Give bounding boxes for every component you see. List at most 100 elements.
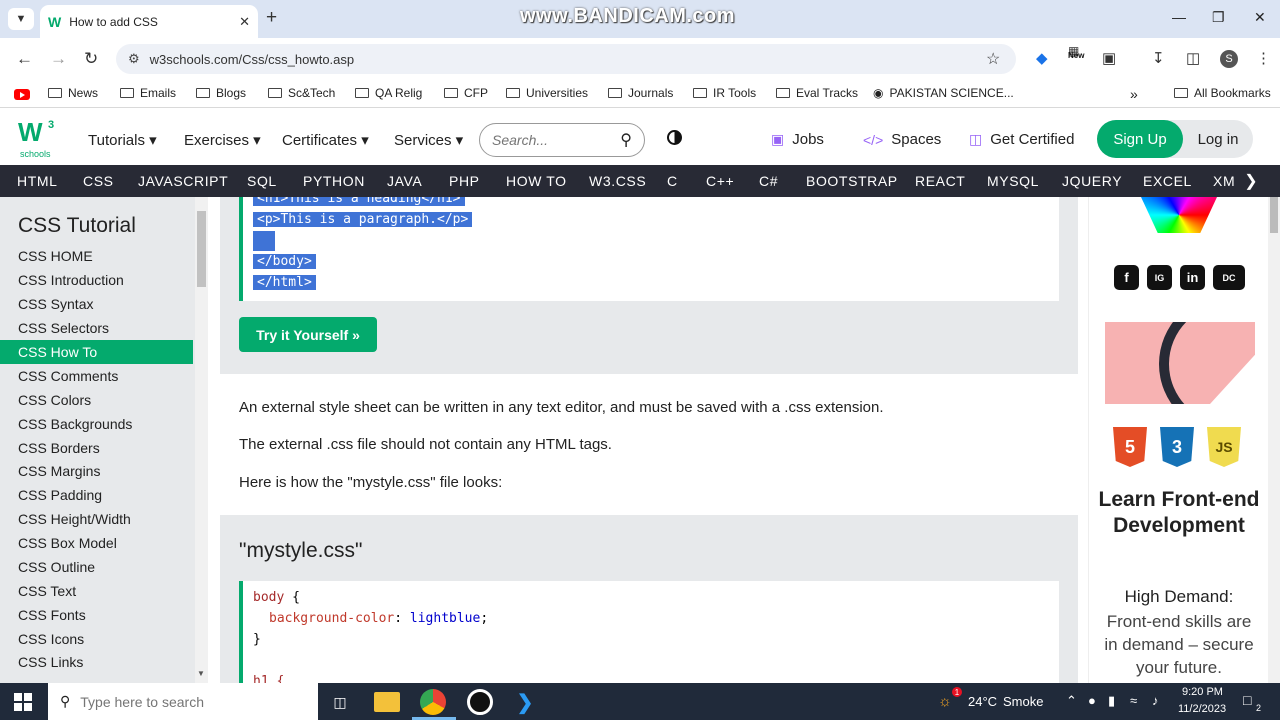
sidebar-item-css-margins[interactable]: CSS Margins — [0, 459, 193, 483]
bookmark-news[interactable]: News — [48, 86, 98, 100]
battery-icon[interactable]: ▮ — [1108, 693, 1115, 709]
menu-services[interactable]: Services ▾ — [394, 131, 463, 149]
bookmark-qa-relig[interactable]: QA Relig — [355, 86, 422, 100]
minimize-icon[interactable]: — — [1172, 9, 1186, 25]
topnav-bootstrap[interactable]: BOOTSTRAP — [806, 173, 898, 189]
sidebar-item-css-fonts[interactable]: CSS Fonts — [0, 603, 193, 627]
topnav-cpp[interactable]: C++ — [706, 173, 734, 189]
topnav-javascript[interactable]: JAVASCRIPT — [138, 173, 228, 189]
get-certified-link[interactable]: ◫ Get Certified — [969, 131, 1074, 148]
dark-mode-toggle-icon[interactable] — [667, 130, 682, 145]
log-in-button[interactable]: Log in — [1183, 120, 1253, 158]
bookmark-star-icon[interactable]: ☆ — [986, 49, 1000, 69]
bookmark-eval-tracks[interactable]: Eval Tracks — [776, 86, 858, 100]
sidebar-item-css-backgrounds[interactable]: CSS Backgrounds — [0, 412, 193, 436]
task-view-icon[interactable]: ◫ — [327, 689, 353, 715]
clock-date[interactable]: 11/2/2023 — [1178, 703, 1226, 715]
close-tab-icon[interactable]: ✕ — [239, 14, 250, 30]
topnav-java[interactable]: JAVA — [387, 173, 422, 189]
menu-exercises[interactable]: Exercises ▾ — [184, 131, 261, 149]
bookmark-universities[interactable]: Universities — [506, 86, 588, 100]
new-tab-icon[interactable]: + — [266, 7, 277, 29]
topnav-react[interactable]: REACT — [915, 173, 965, 189]
notification-icon[interactable]: □ — [1243, 692, 1251, 708]
address-bar[interactable]: ⚙ w3schools.com/Css/css_howto.asp — [116, 44, 1016, 74]
topnav-c[interactable]: C — [667, 173, 678, 189]
sidebar-scrollbar[interactable]: ▼ — [195, 197, 208, 683]
extension-cap-icon[interactable]: ◆ — [1036, 49, 1048, 67]
microphone-icon[interactable]: ● — [1088, 693, 1096, 708]
vscode-icon[interactable]: ❯ — [512, 689, 538, 715]
topnav-w3css[interactable]: W3.CSS — [589, 173, 646, 189]
promo-heading[interactable]: Learn Front-end Development — [1089, 487, 1268, 539]
page-scroll-thumb[interactable] — [1270, 197, 1278, 233]
jobs-link[interactable]: ▣ Jobs — [771, 131, 824, 148]
sidebar-item-css-home[interactable]: CSS HOME — [0, 244, 193, 268]
youtube-icon[interactable] — [14, 89, 30, 100]
bookmark-cfp[interactable]: CFP — [444, 86, 488, 100]
search-input[interactable] — [492, 132, 602, 148]
page-scrollbar[interactable] — [1268, 197, 1280, 683]
topnav-next-icon[interactable]: ❯ — [1236, 165, 1266, 197]
site-info-icon[interactable]: ⚙ — [128, 51, 140, 67]
extensions-puzzle-icon[interactable]: ▣ — [1102, 49, 1116, 67]
download-icon[interactable]: ↧ — [1152, 49, 1165, 67]
topnav-css[interactable]: CSS — [83, 173, 114, 189]
sidebar-item-css-text[interactable]: CSS Text — [0, 579, 193, 603]
search-icon[interactable]: ⚲ — [620, 130, 632, 150]
profile-avatar[interactable]: S — [1220, 50, 1238, 68]
reload-icon[interactable]: ↻ — [84, 49, 98, 69]
taskbar-search-input[interactable] — [80, 693, 301, 710]
discord-icon[interactable]: DC — [1213, 265, 1245, 290]
clock-time[interactable]: 9:20 PM — [1182, 686, 1223, 698]
weather-icon[interactable]: ☼ — [938, 693, 952, 710]
tray-overflow-icon[interactable]: ⌃ — [1066, 693, 1077, 709]
sidebar-item-css-padding[interactable]: CSS Padding — [0, 483, 193, 507]
weather-condition[interactable]: Smoke — [1003, 694, 1043, 709]
windows-start-icon[interactable] — [14, 693, 32, 711]
tab-search-button[interactable]: ▼ — [8, 8, 34, 30]
sidebar-item-css-height-width[interactable]: CSS Height/Width — [0, 507, 193, 531]
sidebar-item-css-selectors[interactable]: CSS Selectors — [0, 316, 193, 340]
w3schools-logo[interactable]: W 3 schools — [18, 119, 60, 159]
bookmarks-overflow-icon[interactable]: » — [1130, 86, 1138, 102]
topnav-jquery[interactable]: JQUERY — [1062, 173, 1122, 189]
linkedin-icon[interactable]: in — [1180, 265, 1205, 290]
sidebar-item-css-syntax[interactable]: CSS Syntax — [0, 292, 193, 316]
try-it-yourself-button[interactable]: Try it Yourself » — [239, 317, 377, 352]
bookmark-journals[interactable]: Journals — [608, 86, 673, 100]
topnav-excel[interactable]: EXCEL — [1143, 173, 1192, 189]
topnav-php[interactable]: PHP — [449, 173, 480, 189]
menu-tutorials[interactable]: Tutorials ▾ — [88, 131, 157, 149]
bookmark-pakistan-science[interactable]: ◉ PAKISTAN SCIENCE... — [873, 86, 1014, 100]
sidebar-item-css-comments[interactable]: CSS Comments — [0, 364, 193, 388]
topnav-mysql[interactable]: MYSQL — [987, 173, 1039, 189]
sidebar-item-css-colors[interactable]: CSS Colors — [0, 388, 193, 412]
sidebar-item-css-outline[interactable]: CSS Outline — [0, 555, 193, 579]
bookmark-all[interactable]: All Bookmarks — [1174, 86, 1271, 100]
browser-tab-active[interactable]: W How to add CSS ✕ — [40, 5, 258, 38]
sidebar-item-css-borders[interactable]: CSS Borders — [0, 436, 193, 460]
scroll-down-icon[interactable]: ▼ — [197, 669, 205, 678]
side-panel-icon[interactable]: ◫ — [1186, 49, 1200, 67]
instagram-icon[interactable]: IG — [1147, 265, 1172, 290]
bookmark-emails[interactable]: Emails — [120, 86, 176, 100]
bookmark-sctech[interactable]: Sc&Tech — [268, 86, 335, 100]
bookmark-ir-tools[interactable]: IR Tools — [693, 86, 756, 100]
weather-temp[interactable]: 24°C — [968, 694, 997, 709]
menu-kebab-icon[interactable]: ⋮ — [1256, 49, 1271, 67]
sidebar-item-css-links[interactable]: CSS Links — [0, 650, 193, 674]
sign-up-button[interactable]: Sign Up — [1097, 120, 1183, 158]
menu-certificates[interactable]: Certificates ▾ — [282, 131, 369, 149]
bandicam-record-icon[interactable] — [467, 689, 493, 715]
volume-icon[interactable]: ♪ — [1152, 693, 1159, 708]
forward-icon[interactable]: → — [50, 49, 67, 69]
sidebar-item-css-how-to[interactable]: CSS How To — [0, 340, 193, 364]
topnav-csharp[interactable]: C# — [759, 173, 778, 189]
topnav-sql[interactable]: SQL — [247, 173, 277, 189]
spaces-link[interactable]: </> Spaces — [863, 131, 941, 148]
sidebar-item-css-box-model[interactable]: CSS Box Model — [0, 531, 193, 555]
sidebar-item-css-icons[interactable]: CSS Icons — [0, 627, 193, 651]
file-explorer-icon[interactable] — [374, 692, 400, 712]
topnav-python[interactable]: PYTHON — [303, 173, 365, 189]
